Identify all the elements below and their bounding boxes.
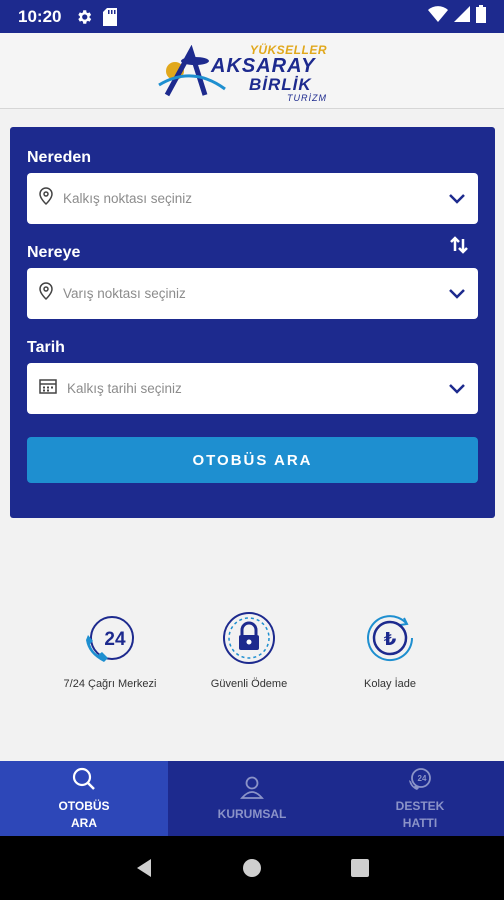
nav-label: KURUMSAL xyxy=(217,807,287,821)
app-header: YÜKSELLER AKSARAY BİRLİK TURİZM xyxy=(0,33,504,109)
phone-24-badge: 24 xyxy=(104,629,126,650)
nav-label: OTOBÜS ARA xyxy=(58,798,110,830)
brand-logo: YÜKSELLER AKSARAY BİRLİK TURİZM xyxy=(157,39,347,103)
chevron-down-icon xyxy=(448,288,466,300)
bottom-nav: OTOBÜS ARA KURUMSAL 24 DESTEK HATTI xyxy=(0,761,504,836)
location-pin-icon xyxy=(39,187,53,210)
phone-24-icon: 24 xyxy=(86,616,134,662)
location-pin-icon xyxy=(39,282,53,305)
to-select[interactable]: Varış noktası seçiniz xyxy=(27,268,478,319)
feature-easy-refund: ₺ Kolay İade xyxy=(310,610,470,690)
nav-item-search[interactable]: OTOBÜS ARA xyxy=(0,761,168,836)
sd-card-icon xyxy=(103,7,118,26)
from-select[interactable]: Kalkış noktası seçiniz xyxy=(27,173,478,224)
nav-label: DESTEK HATTI xyxy=(395,798,445,830)
search-icon xyxy=(72,767,95,790)
chevron-down-icon xyxy=(448,383,466,395)
search-card: Nereden Kalkış noktası seçiniz Nereye Va… xyxy=(10,127,495,518)
signal-icon xyxy=(454,6,470,27)
support-24-icon: 24 xyxy=(409,767,431,790)
features-row: 24 7/24 Çağrı Merkezi Güvenli Ödeme ₺ Ko… xyxy=(0,610,504,700)
feature-secure-payment: Güvenli Ödeme xyxy=(169,610,329,690)
nav-item-corporate[interactable]: KURUMSAL xyxy=(168,761,336,836)
logo-line-4: TURİZM xyxy=(287,92,327,103)
feature-label: 7/24 Çağrı Merkezi xyxy=(63,678,157,690)
date-label: Tarih xyxy=(27,339,65,356)
to-placeholder: Varış noktası seçiniz xyxy=(63,286,186,301)
status-time: 10:20 xyxy=(18,6,62,26)
recents-icon[interactable] xyxy=(349,857,371,879)
refund-lira-icon: ₺ xyxy=(367,615,414,662)
date-select[interactable]: Kalkış tarihi seçiniz xyxy=(27,363,478,414)
status-bar: 10:20 xyxy=(0,0,504,33)
calendar-icon xyxy=(39,378,57,399)
logo-line-3: BİRLİK xyxy=(249,74,312,94)
system-nav-bar xyxy=(0,836,504,900)
nav-item-support[interactable]: 24 DESTEK HATTI xyxy=(336,761,504,836)
date-placeholder: Kalkış tarihi seçiniz xyxy=(67,381,182,396)
search-bus-button[interactable]: OTOBÜS ARA xyxy=(27,437,478,483)
feature-call-center: 24 7/24 Çağrı Merkezi xyxy=(30,610,190,690)
feature-label: Kolay İade xyxy=(364,678,416,690)
padlock-icon xyxy=(223,612,275,664)
home-icon[interactable] xyxy=(241,857,263,879)
user-icon xyxy=(240,776,264,799)
battery-icon xyxy=(476,5,486,28)
from-placeholder: Kalkış noktası seçiniz xyxy=(63,191,193,206)
wifi-icon xyxy=(428,6,448,27)
to-label: Nereye xyxy=(27,244,81,261)
swap-icon[interactable] xyxy=(449,235,469,255)
settings-icon xyxy=(75,8,93,26)
svg-text:24: 24 xyxy=(418,774,427,783)
back-icon[interactable] xyxy=(133,857,155,879)
from-label: Nereden xyxy=(27,149,92,166)
feature-label: Güvenli Ödeme xyxy=(210,678,288,690)
chevron-down-icon xyxy=(448,193,466,205)
svg-text:₺: ₺ xyxy=(384,629,397,650)
